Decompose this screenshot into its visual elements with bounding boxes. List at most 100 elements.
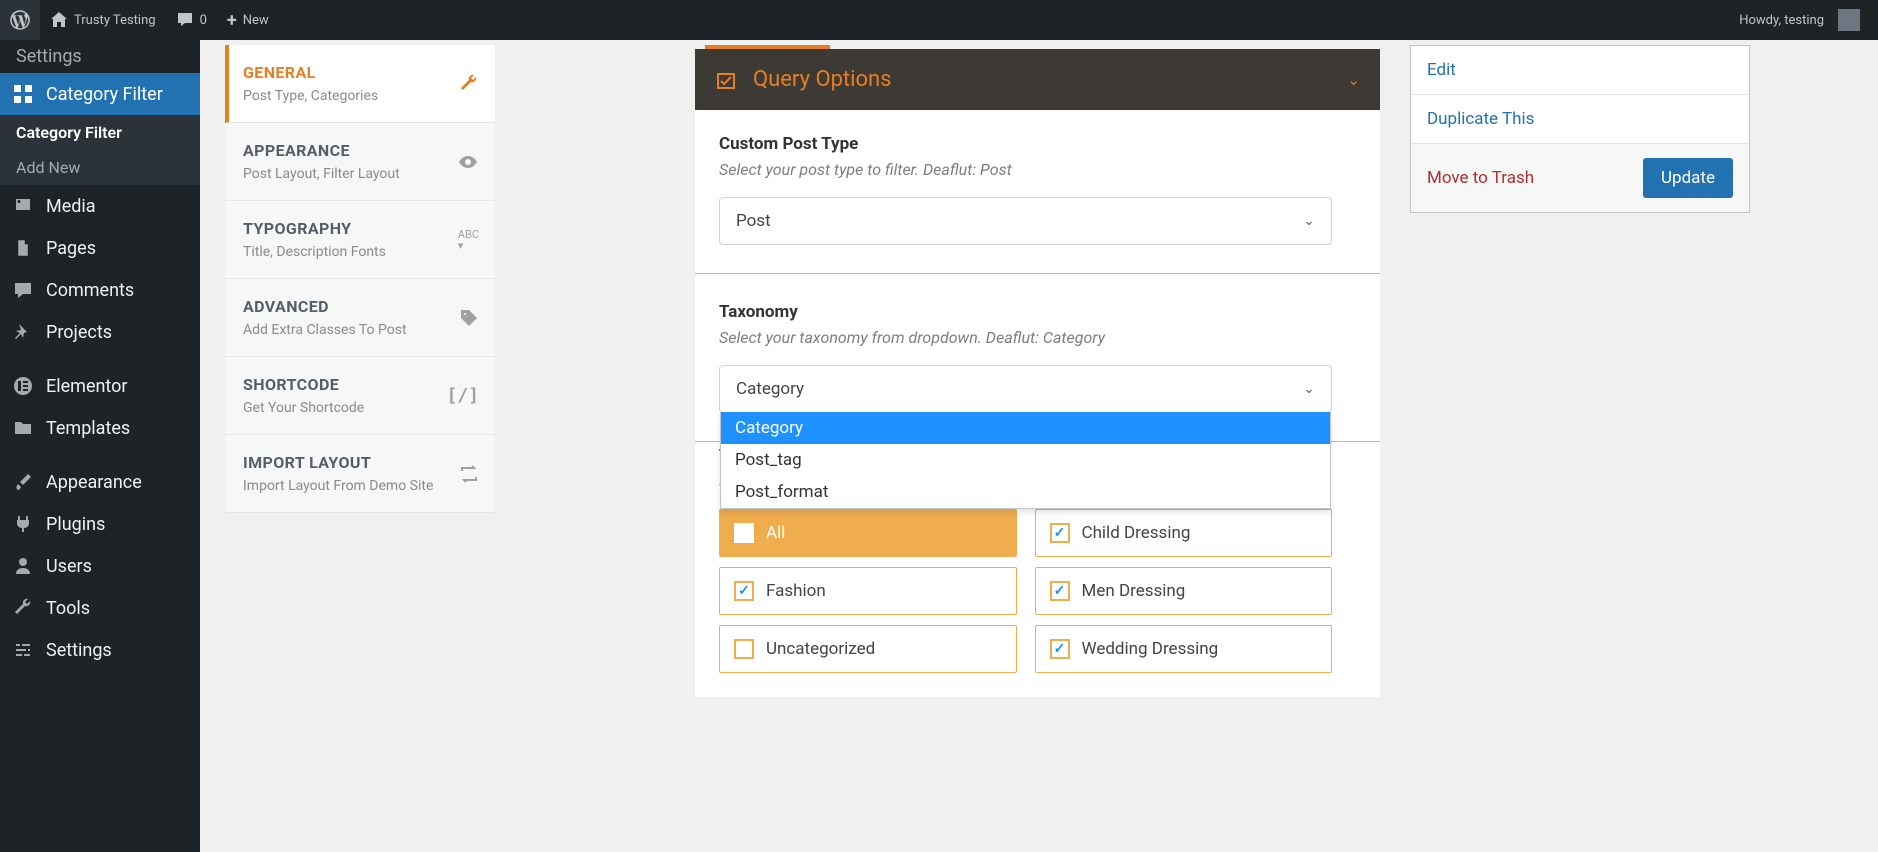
pin-icon bbox=[12, 321, 34, 343]
tab-label: ADVANCED bbox=[243, 297, 407, 316]
tab-advanced[interactable]: ADVANCED Add Extra Classes To Post bbox=[225, 279, 495, 357]
sidebar-label: Category Filter bbox=[46, 84, 163, 105]
comments-count: 0 bbox=[200, 13, 207, 28]
term-item[interactable]: ✓ Uncategorized bbox=[719, 625, 1017, 673]
comment-icon bbox=[176, 11, 194, 29]
main-content: GENERAL Post Type, Categories APPEARANCE… bbox=[200, 40, 1878, 852]
dropdown-option[interactable]: Post_tag bbox=[721, 444, 1330, 476]
tab-shortcode[interactable]: SHORTCODE Get Your Shortcode [/] bbox=[225, 357, 495, 435]
tab-desc: Add Extra Classes To Post bbox=[243, 322, 407, 338]
sidebar-category-filter[interactable]: Category Filter bbox=[0, 73, 200, 115]
field-label: Taxonomy bbox=[719, 302, 1332, 322]
panel-body: Custom Post Type Select your post type t… bbox=[695, 110, 1380, 697]
select-value: Category bbox=[736, 379, 804, 399]
sidebar-sub-category-filter[interactable]: Category Filter bbox=[0, 115, 200, 150]
folder-icon bbox=[12, 417, 34, 439]
term-item[interactable]: ✓ Child Dressing bbox=[1035, 509, 1333, 557]
sidebar-appearance[interactable]: Appearance bbox=[0, 461, 200, 503]
cpt-select[interactable]: Post ⌄ bbox=[719, 197, 1332, 245]
publish-footer: Move to Trash Update bbox=[1411, 144, 1749, 212]
sidebar-label: Templates bbox=[46, 418, 130, 439]
sidebar-users[interactable]: Users bbox=[0, 545, 200, 587]
adminbar-right: Howdy, testing bbox=[1729, 0, 1878, 40]
field-custom-post-type: Custom Post Type Select your post type t… bbox=[695, 134, 1356, 245]
sidebar-pages[interactable]: Pages bbox=[0, 227, 200, 269]
sidebar-label: Media bbox=[46, 196, 96, 217]
loop-icon bbox=[459, 464, 479, 484]
wp-sidebar: Settings Category Filter Category Filter… bbox=[0, 40, 200, 852]
term-grid: ✓ All ✓ Child Dressing ✓ Fashion ✓ Men D… bbox=[719, 509, 1332, 673]
field-taxonomy: Taxonomy Select your taxonomy from dropd… bbox=[695, 302, 1356, 413]
taxonomy-select[interactable]: Category ⌄ Category Post_tag Post_format bbox=[719, 365, 1332, 413]
edit-link[interactable]: Edit bbox=[1427, 60, 1456, 80]
site-title: Trusty Testing bbox=[74, 13, 156, 28]
checkbox-icon: ✓ bbox=[1050, 639, 1070, 659]
options-panel: Query Options ⌄ Custom Post Type Select … bbox=[695, 45, 1380, 697]
sidebar-partial-item[interactable]: Settings bbox=[0, 40, 200, 73]
tab-desc: Post Layout, Filter Layout bbox=[243, 166, 400, 182]
sidebar-projects[interactable]: Projects bbox=[0, 311, 200, 353]
taxonomy-dropdown: Category Post_tag Post_format bbox=[720, 412, 1331, 509]
term-item[interactable]: ✓ Wedding Dressing bbox=[1035, 625, 1333, 673]
sliders-icon bbox=[12, 639, 34, 661]
dropdown-option[interactable]: Category bbox=[721, 412, 1330, 444]
sidebar-label: Tools bbox=[46, 598, 90, 619]
sidebar-label: Plugins bbox=[46, 514, 105, 535]
font-icon: ABC▾ bbox=[458, 229, 479, 251]
wordpress-icon bbox=[10, 10, 30, 30]
wp-logo[interactable] bbox=[0, 0, 40, 40]
sidebar-tools[interactable]: Tools bbox=[0, 587, 200, 629]
shortcode-icon: [/] bbox=[446, 385, 479, 406]
wrench-icon bbox=[459, 74, 479, 94]
duplicate-row: Duplicate This bbox=[1411, 95, 1749, 144]
sidebar-templates[interactable]: Templates bbox=[0, 407, 200, 449]
trash-link[interactable]: Move to Trash bbox=[1427, 168, 1534, 188]
comments-icon bbox=[12, 279, 34, 301]
plug-icon bbox=[12, 513, 34, 535]
media-icon bbox=[12, 195, 34, 217]
comments-link[interactable]: 0 bbox=[166, 0, 217, 40]
user-menu[interactable]: Howdy, testing bbox=[1729, 0, 1870, 40]
term-all[interactable]: ✓ All bbox=[719, 509, 1017, 557]
settings-tabs: GENERAL Post Type, Categories APPEARANCE… bbox=[225, 45, 495, 513]
sidebar-comments[interactable]: Comments bbox=[0, 269, 200, 311]
pages-icon bbox=[12, 237, 34, 259]
sidebar-label: Pages bbox=[46, 238, 96, 259]
brush-icon bbox=[12, 471, 34, 493]
sidebar-elementor[interactable]: Elementor bbox=[0, 365, 200, 407]
tab-import[interactable]: IMPORT LAYOUT Import Layout From Demo Si… bbox=[225, 435, 495, 513]
howdy-text: Howdy, testing bbox=[1739, 13, 1824, 28]
term-label: All bbox=[766, 523, 785, 543]
edit-row: Edit bbox=[1411, 46, 1749, 95]
sidebar-media[interactable]: Media bbox=[0, 185, 200, 227]
term-item[interactable]: ✓ Fashion bbox=[719, 567, 1017, 615]
field-label: Custom Post Type bbox=[719, 134, 1332, 154]
home-icon bbox=[50, 11, 68, 29]
sidebar-plugins[interactable]: Plugins bbox=[0, 503, 200, 545]
publish-box: Edit Duplicate This Move to Trash Update bbox=[1410, 45, 1750, 213]
site-name[interactable]: Trusty Testing bbox=[40, 0, 166, 40]
sidebar-sub-add-new[interactable]: Add New bbox=[0, 150, 200, 185]
tab-typography[interactable]: TYPOGRAPHY Title, Description Fonts ABC▾ bbox=[225, 201, 495, 279]
new-content[interactable]: + New bbox=[217, 0, 279, 40]
check-icon bbox=[715, 69, 737, 91]
chevron-down-icon: ⌄ bbox=[1303, 381, 1315, 397]
sidebar-label: Settings bbox=[46, 640, 112, 661]
tab-appearance[interactable]: APPEARANCE Post Layout, Filter Layout bbox=[225, 123, 495, 201]
checkbox-icon: ✓ bbox=[734, 639, 754, 659]
update-button[interactable]: Update bbox=[1643, 158, 1733, 198]
duplicate-link[interactable]: Duplicate This bbox=[1427, 109, 1534, 129]
sidebar-settings[interactable]: Settings bbox=[0, 629, 200, 671]
panel-header[interactable]: Query Options ⌄ bbox=[695, 49, 1380, 110]
checkbox-icon: ✓ bbox=[1050, 581, 1070, 601]
elementor-icon bbox=[12, 375, 34, 397]
plus-icon: + bbox=[227, 10, 237, 31]
term-item[interactable]: ✓ Men Dressing bbox=[1035, 567, 1333, 615]
tab-desc: Title, Description Fonts bbox=[243, 244, 386, 260]
sidebar-label: Appearance bbox=[46, 472, 142, 493]
tab-general[interactable]: GENERAL Post Type, Categories bbox=[225, 45, 495, 123]
select-value: Post bbox=[736, 211, 771, 231]
dropdown-option[interactable]: Post_format bbox=[721, 476, 1330, 508]
tab-label: APPEARANCE bbox=[243, 141, 400, 160]
term-label: Uncategorized bbox=[766, 639, 875, 659]
